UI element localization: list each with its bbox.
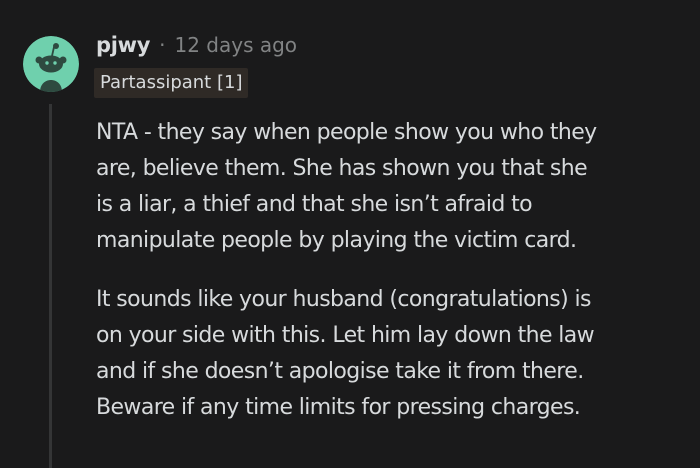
avatar[interactable] bbox=[23, 36, 79, 92]
comment-body: NTA - they say when people show you who … bbox=[96, 115, 696, 426]
comment-paragraph: NTA - they say when people show you who … bbox=[96, 115, 696, 259]
text-line: on your side with this. Let him lay down… bbox=[96, 323, 595, 348]
comment-header: pjwy · 12 days ago bbox=[96, 30, 297, 60]
text-line: Beware if any time limits for pressing c… bbox=[96, 395, 581, 420]
text-line: and if she doesn’t apologise take it fro… bbox=[96, 359, 584, 384]
meta-separator: · bbox=[159, 33, 166, 57]
text-line: are, believe them. She has shown you tha… bbox=[96, 156, 588, 181]
comment-paragraph: It sounds like your husband (congratulat… bbox=[96, 282, 696, 426]
text-line: It sounds like your husband (congratulat… bbox=[96, 287, 592, 312]
comment: pjwy · 12 days ago Partassipant [1] NTA … bbox=[0, 0, 700, 468]
user-flair: Partassipant [1] bbox=[94, 68, 249, 98]
username-link[interactable]: pjwy bbox=[96, 33, 150, 57]
text-line: is a liar, a thief and that she isn’t af… bbox=[96, 192, 533, 217]
timestamp-link[interactable]: 12 days ago bbox=[174, 33, 297, 57]
text-line: NTA - they say when people show you who … bbox=[96, 120, 597, 145]
thread-collapse-line[interactable] bbox=[49, 104, 52, 468]
text-line: manipulate people by playing the victim … bbox=[96, 228, 577, 253]
snoo-avatar-icon bbox=[23, 36, 79, 92]
